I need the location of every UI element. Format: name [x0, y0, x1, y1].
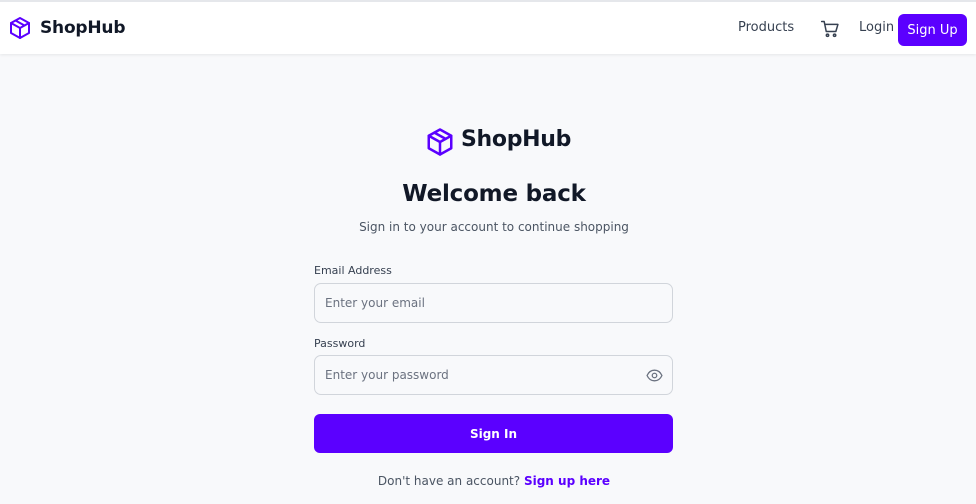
- signup-prompt: Don't have an account? Sign up here: [0, 474, 976, 488]
- signup-button[interactable]: Sign Up: [898, 14, 967, 46]
- brand-name: ShopHub: [40, 18, 126, 38]
- main-brand-name: ShopHub: [461, 127, 572, 152]
- package-box-icon: [425, 127, 455, 157]
- brand-link[interactable]: ShopHub: [8, 15, 125, 41]
- nav-products-link[interactable]: Products: [738, 20, 794, 35]
- top-navbar: ShopHub Products Login Sign Up: [0, 0, 976, 54]
- signup-link[interactable]: Sign up here: [524, 474, 610, 488]
- password-field[interactable]: [314, 355, 673, 395]
- email-label: Email Address: [314, 264, 392, 277]
- login-link[interactable]: Login: [859, 20, 894, 35]
- page-title: Welcome back: [402, 181, 586, 207]
- password-label: Password: [314, 337, 366, 350]
- email-field[interactable]: [314, 283, 673, 323]
- signup-prompt-text: Don't have an account?: [377, 474, 521, 488]
- package-box-icon: [8, 16, 32, 40]
- sign-in-button[interactable]: Sign In: [314, 414, 673, 453]
- shopping-cart-icon[interactable]: [819, 18, 841, 40]
- eye-icon[interactable]: [646, 367, 663, 384]
- page-subtitle: Sign in to your account to continue shop…: [359, 220, 629, 234]
